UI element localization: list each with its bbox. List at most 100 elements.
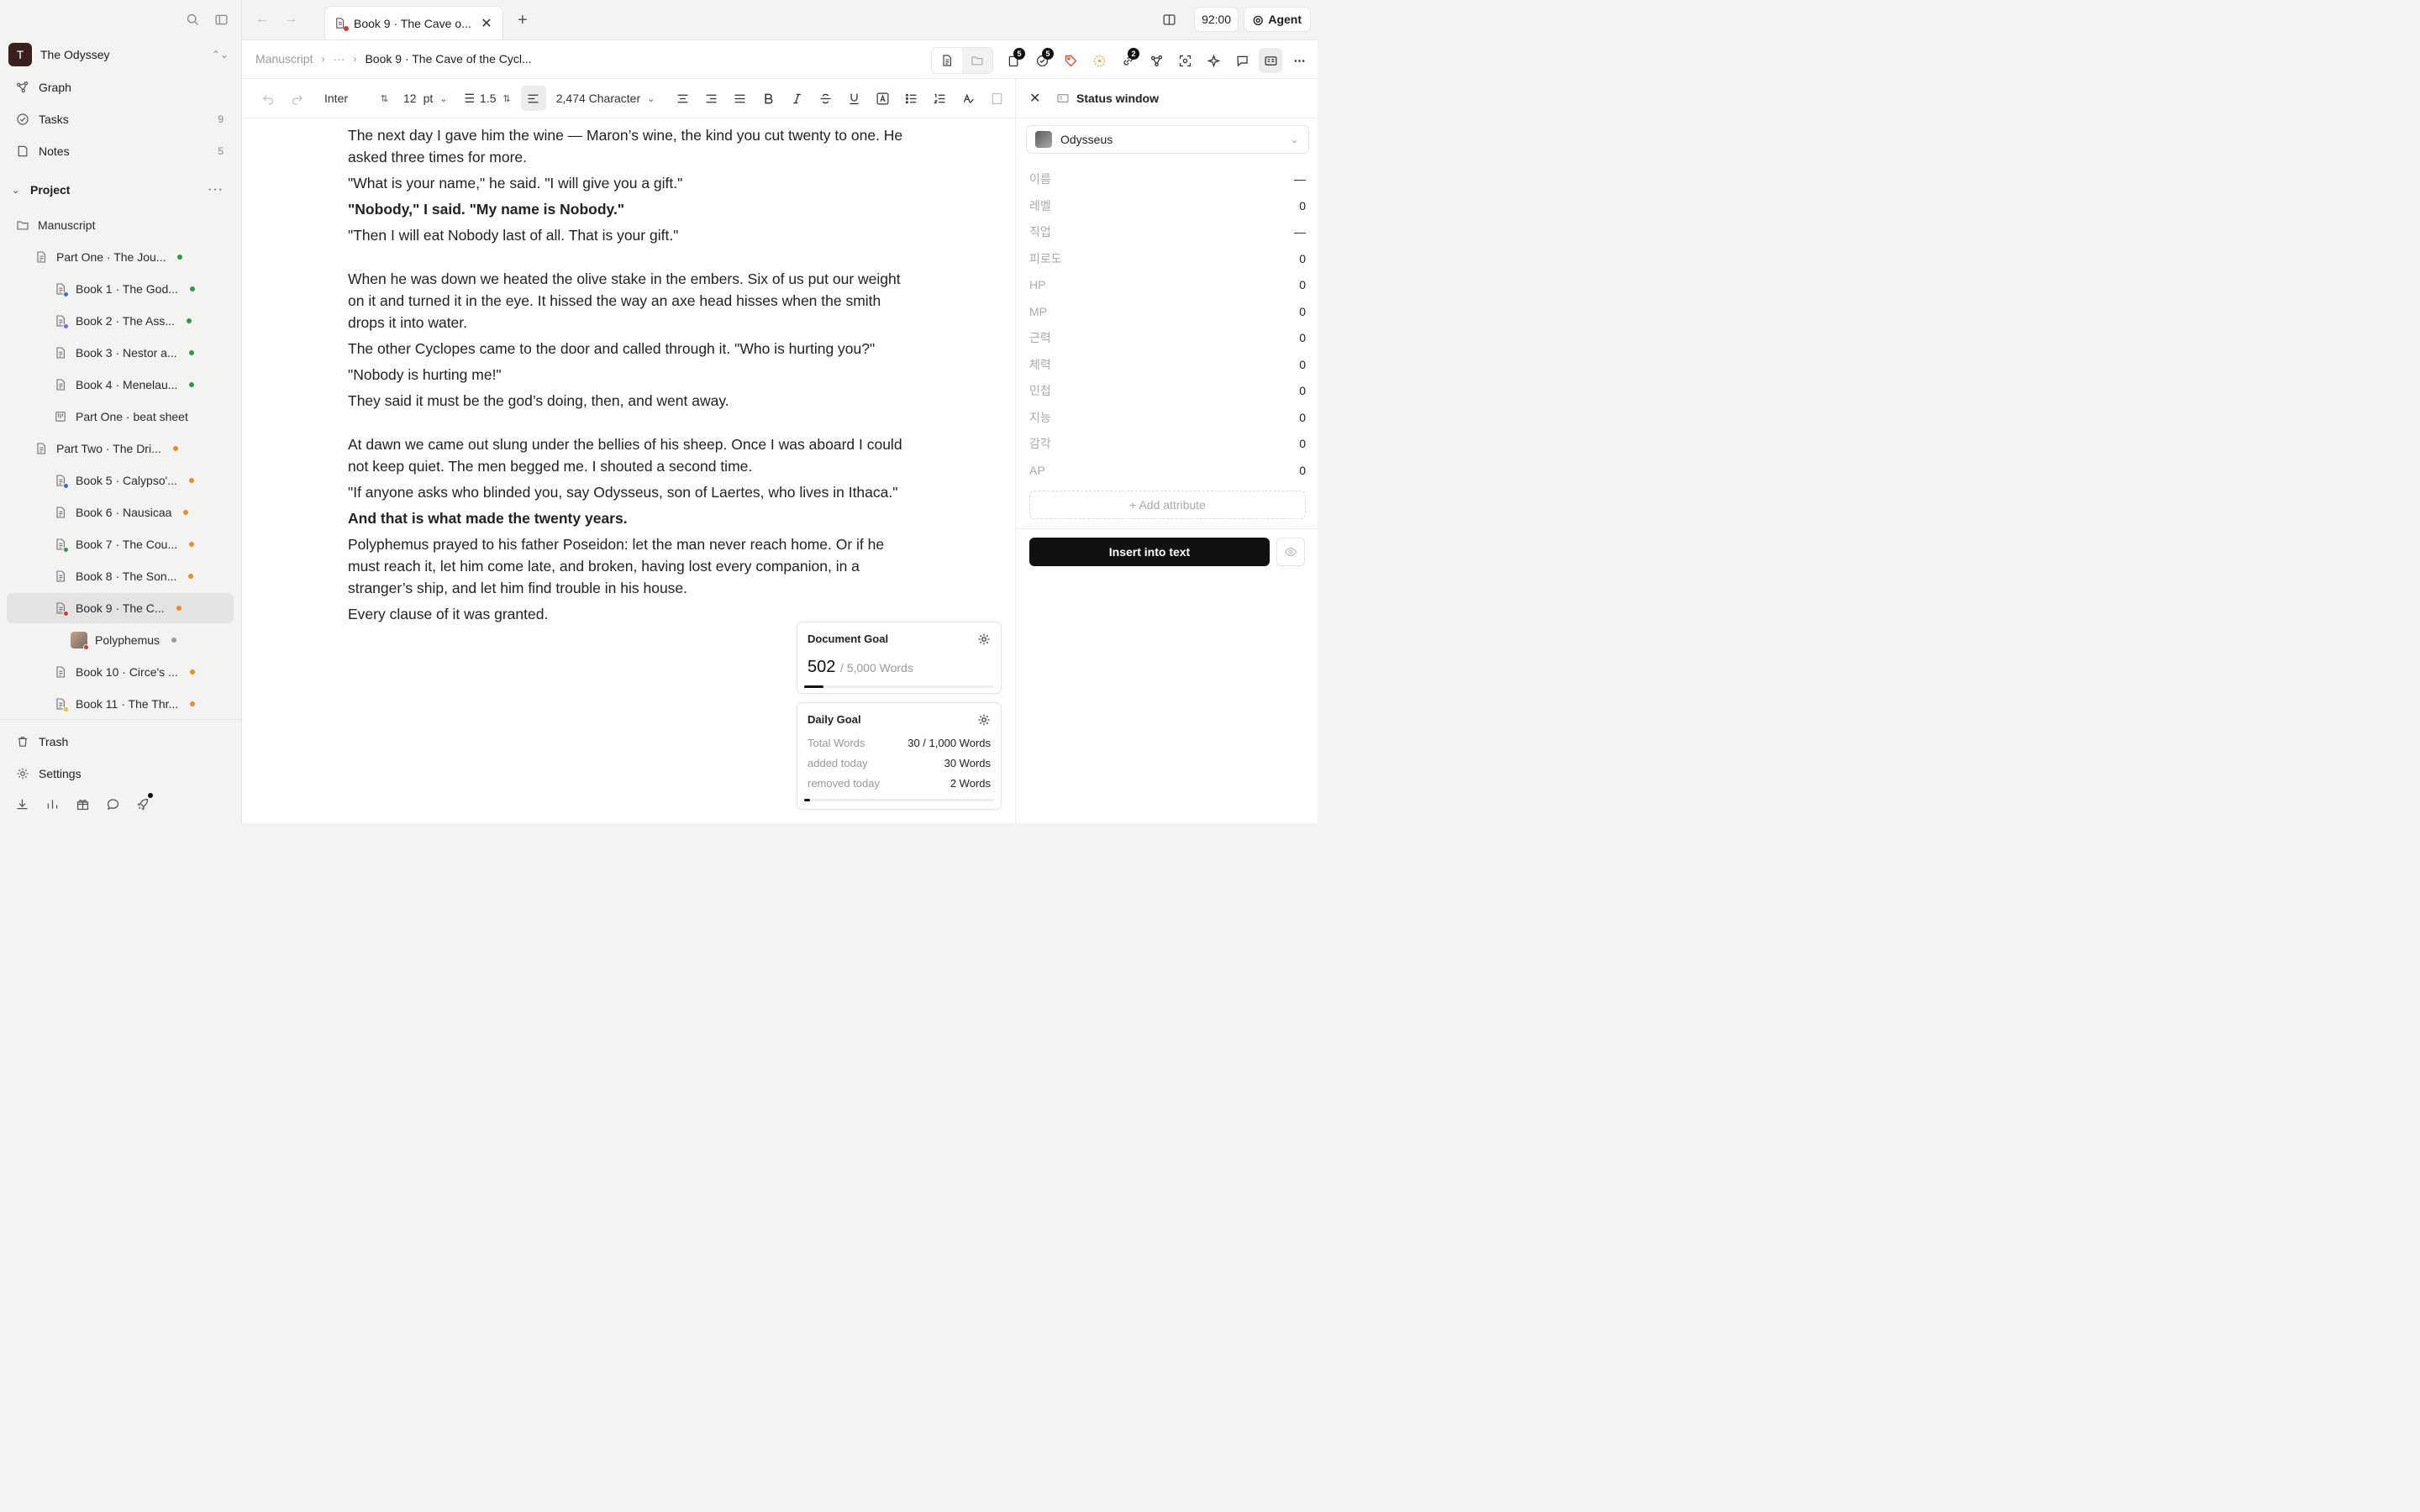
text-color-icon[interactable] bbox=[868, 86, 897, 111]
comment-icon[interactable] bbox=[1230, 48, 1254, 73]
attribute-row[interactable]: 근력 0 bbox=[1029, 325, 1306, 350]
line-height-select[interactable]: ☰ 1.5 ⇅ bbox=[464, 86, 510, 111]
tree-item[interactable]: Part One · beat sheet bbox=[7, 402, 234, 432]
attribute-row[interactable]: 직업 — bbox=[1029, 219, 1306, 244]
tree-item[interactable]: Manuscript bbox=[7, 210, 234, 240]
gear-icon[interactable] bbox=[977, 713, 991, 727]
tree-item[interactable]: Book 11 · The Thr... bbox=[7, 689, 234, 719]
tree-item[interactable]: Book 10 · Circe's ... bbox=[7, 657, 234, 687]
document-view-icon[interactable] bbox=[932, 48, 962, 73]
rocket-icon[interactable] bbox=[134, 793, 153, 812]
align-center-icon[interactable] bbox=[668, 86, 697, 111]
nav-tasks[interactable]: Tasks 9 bbox=[7, 107, 234, 132]
stats-icon[interactable] bbox=[44, 795, 60, 812]
manuscript-editor[interactable]: The next day I gave him the wine — Maron… bbox=[348, 124, 919, 629]
tree-item[interactable]: Polyphemus bbox=[7, 625, 234, 655]
attribute-row[interactable]: 레벨 0 bbox=[1029, 193, 1306, 218]
attribute-row[interactable]: MP 0 bbox=[1029, 299, 1306, 324]
strikethrough-icon[interactable] bbox=[811, 86, 839, 111]
bullet-list-icon[interactable] bbox=[897, 86, 925, 111]
breadcrumb-ellipsis[interactable]: ··· bbox=[333, 52, 345, 66]
tree-item[interactable]: Part Two · The Dri... bbox=[7, 433, 234, 464]
download-icon[interactable] bbox=[13, 795, 30, 812]
gift-icon[interactable] bbox=[74, 795, 91, 812]
paragraph[interactable]: "If anyone asks who blinded you, say Ody… bbox=[348, 481, 919, 503]
redo-icon[interactable] bbox=[282, 86, 311, 111]
paragraph[interactable]: "Nobody," I said. "My name is Nobody." bbox=[348, 198, 919, 220]
graph-icon[interactable] bbox=[1144, 48, 1168, 73]
tag-icon[interactable] bbox=[1059, 48, 1082, 73]
breadcrumb-root[interactable]: Manuscript bbox=[255, 52, 313, 66]
attribute-row[interactable]: 지능 0 bbox=[1029, 405, 1306, 430]
paragraph[interactable]: The other Cyclopes came to the door and … bbox=[348, 338, 919, 360]
sparkle-icon[interactable] bbox=[1202, 48, 1225, 73]
attribute-value[interactable]: 0 bbox=[1299, 252, 1306, 265]
attribute-value[interactable]: — bbox=[1294, 225, 1306, 239]
underline-icon[interactable] bbox=[839, 86, 868, 111]
new-tab-button[interactable]: + bbox=[518, 11, 528, 30]
attribute-row[interactable]: 민첩 0 bbox=[1029, 378, 1306, 403]
attribute-value[interactable]: 0 bbox=[1299, 384, 1306, 397]
paragraph[interactable]: And that is what made the twenty years. bbox=[348, 507, 919, 529]
gear-icon[interactable] bbox=[977, 633, 991, 646]
chat-icon[interactable] bbox=[104, 795, 121, 812]
workspace-switcher[interactable]: T The Odyssey ⌃⌄ bbox=[8, 42, 234, 67]
attribute-value[interactable]: 0 bbox=[1299, 358, 1306, 371]
link-icon[interactable]: 2 bbox=[1116, 48, 1139, 73]
split-view-icon[interactable] bbox=[1157, 8, 1181, 31]
status-window-icon[interactable] bbox=[1259, 48, 1282, 73]
tab-book-9[interactable]: Book 9 · The Cave o... ✕ bbox=[324, 6, 503, 40]
paragraph[interactable]: When he was down we heated the olive sta… bbox=[348, 268, 919, 333]
count-mode-select[interactable]: 2,474 Character ⌄ bbox=[556, 86, 655, 111]
close-icon[interactable]: ✕ bbox=[479, 15, 494, 32]
more-options-icon[interactable]: ··· bbox=[208, 182, 224, 197]
pages-icon[interactable]: 5 bbox=[1002, 48, 1025, 73]
tree-item[interactable]: Book 6 · Nausicaa bbox=[7, 497, 234, 528]
sidebar-toggle-icon[interactable] bbox=[213, 11, 229, 28]
tree-item[interactable]: Part One · The Jou... bbox=[7, 242, 234, 272]
clear-format-icon[interactable] bbox=[954, 86, 982, 111]
search-icon[interactable] bbox=[184, 11, 201, 28]
forward-arrow-icon[interactable]: → bbox=[284, 12, 297, 27]
tasks-icon[interactable]: 5 bbox=[1030, 48, 1054, 73]
bold-icon[interactable] bbox=[754, 86, 782, 111]
nav-graph[interactable]: Graph bbox=[7, 75, 234, 100]
attribute-row[interactable]: 감각 0 bbox=[1029, 431, 1306, 456]
page-layout-icon[interactable] bbox=[982, 86, 1011, 111]
tree-item[interactable]: Book 4 · Menelau... bbox=[7, 370, 234, 400]
add-attribute-button[interactable]: + Add attribute bbox=[1029, 491, 1306, 519]
paragraph[interactable]: "Nobody is hurting me!" bbox=[348, 364, 919, 386]
align-justify-icon[interactable] bbox=[725, 86, 754, 111]
numbered-list-icon[interactable] bbox=[925, 86, 954, 111]
breadcrumb-current[interactable]: Book 9 · The Cave of the Cycl... bbox=[365, 52, 531, 66]
tree-item[interactable]: Book 1 · The God... bbox=[7, 274, 234, 304]
more-options-icon[interactable] bbox=[1287, 48, 1311, 73]
paragraph[interactable]: The next day I gave him the wine — Maron… bbox=[348, 124, 919, 168]
attribute-value[interactable]: 0 bbox=[1299, 464, 1306, 477]
back-arrow-icon[interactable]: ← bbox=[255, 12, 269, 27]
project-section-header[interactable]: ⌄ Project ··· bbox=[7, 178, 234, 202]
paragraph[interactable]: "Then I will eat Nobody last of all. Tha… bbox=[348, 224, 919, 246]
paragraph[interactable]: "What is your name," he said. "I will gi… bbox=[348, 172, 919, 194]
session-timer[interactable]: 92:00 bbox=[1194, 7, 1239, 32]
attribute-value[interactable]: 0 bbox=[1299, 305, 1306, 318]
attribute-value[interactable]: 0 bbox=[1299, 411, 1306, 424]
tree-item[interactable]: Book 8 · The Son... bbox=[7, 561, 234, 591]
attribute-value[interactable]: 0 bbox=[1299, 278, 1306, 291]
attribute-row[interactable]: HP 0 bbox=[1029, 272, 1306, 297]
insert-into-text-button[interactable]: Insert into text bbox=[1029, 538, 1270, 566]
attribute-row[interactable]: 이름 — bbox=[1029, 166, 1306, 192]
paragraph[interactable]: At dawn we came out slung under the bell… bbox=[348, 433, 919, 477]
paragraph[interactable]: They said it must be the god’s doing, th… bbox=[348, 390, 919, 412]
undo-icon[interactable] bbox=[254, 86, 282, 111]
attribute-row[interactable]: 체력 0 bbox=[1029, 352, 1306, 377]
status-circle-icon[interactable] bbox=[1087, 48, 1111, 73]
tree-item[interactable]: Book 3 · Nestor a... bbox=[7, 338, 234, 368]
close-icon[interactable]: ✕ bbox=[1029, 90, 1044, 107]
attribute-row[interactable]: 피로도 0 bbox=[1029, 246, 1306, 271]
paragraph[interactable]: Polyphemus prayed to his father Poseidon… bbox=[348, 533, 919, 599]
focus-icon[interactable] bbox=[1173, 48, 1197, 73]
eye-icon[interactable] bbox=[1276, 538, 1305, 566]
tree-item[interactable]: Book 7 · The Cou... bbox=[7, 529, 234, 559]
nav-notes[interactable]: Notes 5 bbox=[7, 139, 234, 164]
